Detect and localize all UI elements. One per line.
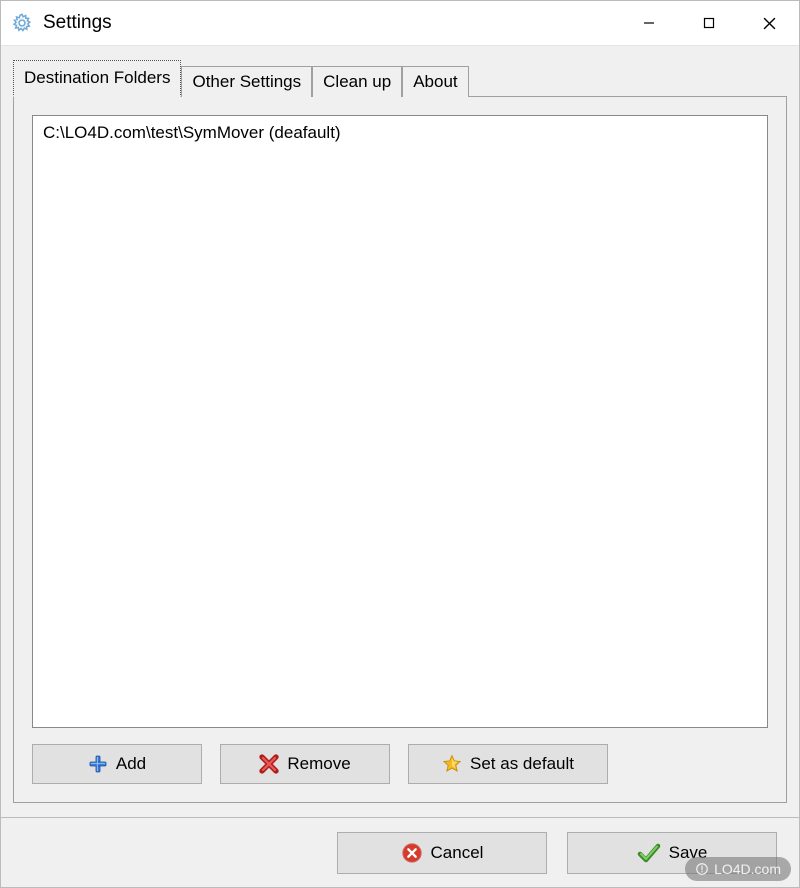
window-controls	[619, 1, 799, 45]
tab-other-settings[interactable]: Other Settings	[181, 66, 312, 97]
tab-about[interactable]: About	[402, 66, 468, 97]
list-item[interactable]: C:\LO4D.com\test\SymMover (deafault)	[41, 122, 759, 144]
window-title: Settings	[43, 12, 619, 34]
content-area: Destination Folders Other Settings Clean…	[1, 45, 799, 817]
folders-listbox[interactable]: C:\LO4D.com\test\SymMover (deafault)	[32, 115, 768, 728]
titlebar: Settings	[1, 1, 799, 45]
remove-button-label: Remove	[287, 754, 350, 774]
cancel-button[interactable]: Cancel	[337, 832, 547, 874]
folder-actions-row: Add Remove	[32, 744, 768, 784]
dialog-footer: Cancel Save	[1, 817, 799, 887]
gear-icon	[11, 12, 33, 34]
tabstrip: Destination Folders Other Settings Clean…	[13, 60, 787, 97]
add-button[interactable]: Add	[32, 744, 202, 784]
x-icon	[259, 754, 279, 774]
cancel-icon	[401, 842, 423, 864]
add-button-label: Add	[116, 754, 146, 774]
star-icon	[442, 754, 462, 774]
watermark: LO4D.com	[685, 857, 791, 881]
remove-button[interactable]: Remove	[220, 744, 390, 784]
plus-icon	[88, 754, 108, 774]
set-default-button[interactable]: Set as default	[408, 744, 608, 784]
cancel-button-label: Cancel	[431, 843, 484, 863]
minimize-button[interactable]	[619, 1, 679, 45]
maximize-button[interactable]	[679, 1, 739, 45]
check-icon	[637, 841, 661, 865]
watermark-text: LO4D.com	[714, 861, 781, 877]
close-button[interactable]	[739, 1, 799, 45]
settings-window: Settings Destination Folders Other Setti…	[0, 0, 800, 888]
tab-destination-folders[interactable]: Destination Folders	[13, 60, 181, 97]
watermark-icon	[695, 862, 709, 876]
tab-clean-up[interactable]: Clean up	[312, 66, 402, 97]
tab-panel-destination-folders: C:\LO4D.com\test\SymMover (deafault) Add	[13, 96, 787, 803]
set-default-button-label: Set as default	[470, 754, 574, 774]
